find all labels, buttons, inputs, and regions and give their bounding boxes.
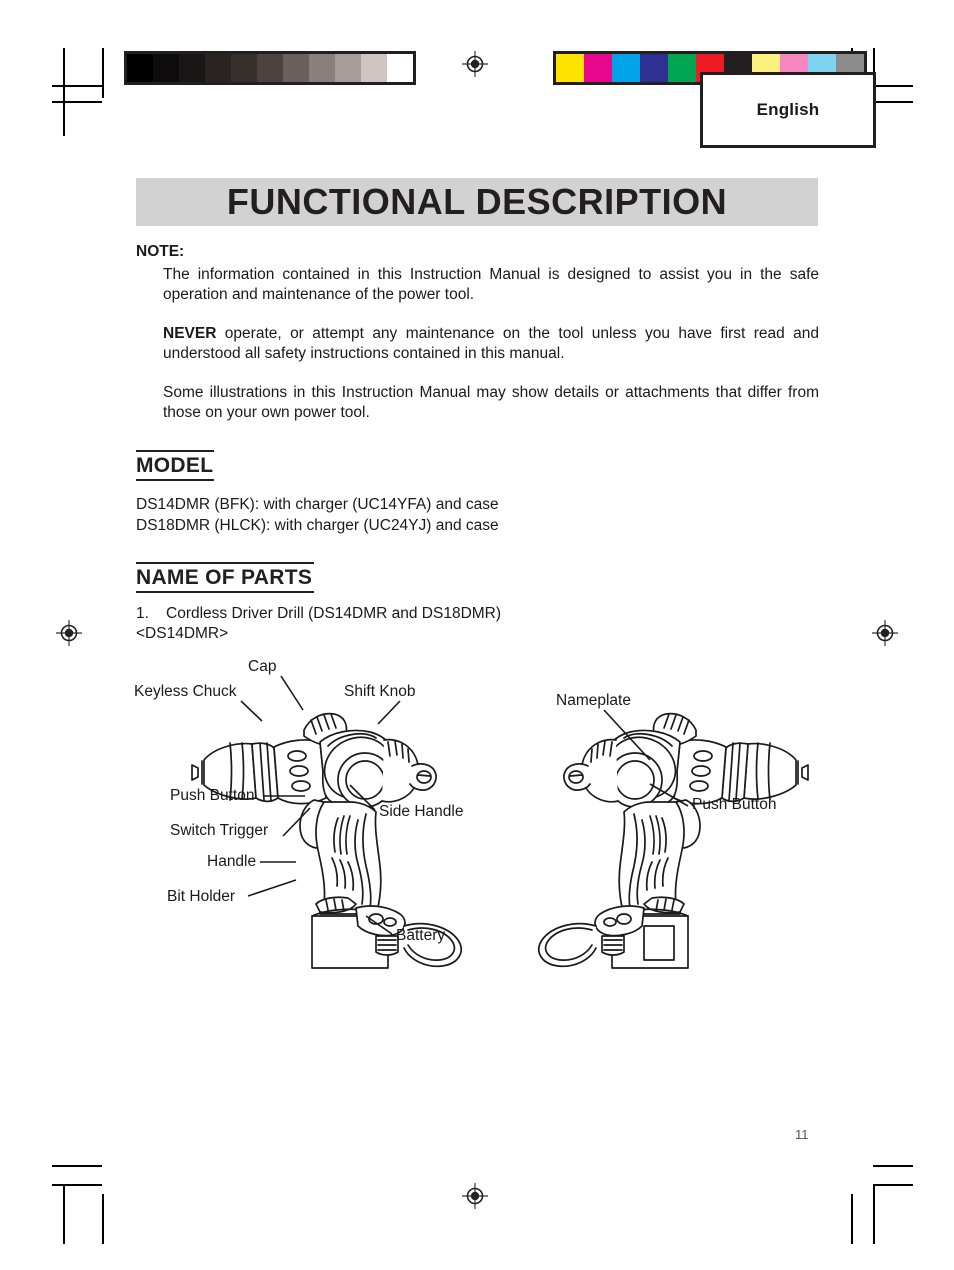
registration-target-top-center: [462, 51, 488, 77]
note-paragraph-2: NEVER operate, or attempt any maintenanc…: [163, 324, 819, 364]
parts-item-title: Cordless Driver Drill (DS14DMR and DS18D…: [166, 605, 502, 622]
crop-mark-bottom-right-vertical-inner: [851, 1194, 853, 1244]
grayscale-swatch-1: [153, 54, 179, 82]
note-label: NOTE:: [136, 243, 185, 260]
grayscale-swatch-2: [179, 54, 205, 82]
crop-mark-bottom-left-vertical-outer: [63, 1184, 65, 1244]
grayscale-swatch-10: [387, 54, 413, 82]
parts-list-item: 1. Cordless Driver Drill (DS14DMR and DS1…: [136, 603, 501, 625]
parts-rule-bottom: [136, 591, 314, 593]
crop-mark-bottom-right-horizontal-outer: [873, 1165, 913, 1167]
color-swatch-4: [668, 54, 696, 82]
registration-target-left-middle: [56, 620, 82, 646]
note-paragraph-3: Some illustrations in this Instruction M…: [163, 384, 819, 421]
crop-mark-top-left-vertical-outer: [63, 48, 65, 136]
language-box: English: [700, 72, 876, 148]
model-heading-text: MODEL: [136, 454, 214, 477]
figure-right-leader-lines: [603, 709, 689, 807]
figure-area: Cap Keyless Chuck Shift Knob Push Button…: [0, 648, 954, 969]
note-paragraph-2-rest: operate, or attempt any maintenance on t…: [163, 325, 819, 362]
grayscale-swatch-7: [309, 54, 335, 82]
crop-mark-top-left-horizontal-outer: [52, 85, 102, 87]
crop-mark-bottom-right-horizontal-inner: [873, 1184, 913, 1186]
color-swatch-1: [584, 54, 612, 82]
color-swatch-0: [556, 54, 584, 82]
model-rule-bottom: [136, 479, 214, 481]
page-number: 11: [795, 1127, 809, 1142]
crop-mark-top-right-horizontal-outer: [873, 85, 913, 87]
grayscale-swatch-6: [283, 54, 309, 82]
registration-target-bottom-center: [462, 1183, 488, 1209]
note-paragraph-1: The information contained in this Instru…: [163, 266, 819, 303]
crop-mark-bottom-left-horizontal-inner: [52, 1184, 102, 1186]
grayscale-swatch-5: [257, 54, 283, 82]
parts-heading-text: NAME OF PARTS: [136, 566, 313, 589]
color-swatch-3: [640, 54, 668, 82]
model-list: DS14DMR (BFK): with charger (UC14YFA) an…: [136, 494, 499, 536]
grayscale-swatch-4: [231, 54, 257, 82]
crop-mark-top-left-horizontal-inner: [52, 101, 102, 103]
never-keyword: NEVER: [163, 325, 217, 342]
grayscale-swatch-3: [205, 54, 231, 82]
model-line-1: DS14DMR (BFK): with charger (UC14YFA) an…: [136, 496, 499, 513]
crop-mark-bottom-left-horizontal-outer: [52, 1165, 102, 1167]
parts-item-number: 1.: [136, 605, 149, 622]
grayscale-swatch-9: [361, 54, 387, 82]
color-swatch-2: [612, 54, 640, 82]
name-of-parts-section-heading: NAME OF PARTS: [136, 562, 314, 593]
model-section-heading: MODEL: [136, 450, 214, 481]
grayscale-swatch-0: [127, 54, 153, 82]
crop-mark-bottom-left-vertical-inner: [102, 1194, 104, 1244]
crop-mark-top-left-vertical-inner: [102, 48, 104, 98]
parts-variant-label: <DS14DMR>: [136, 625, 229, 642]
figure-left-leader-lines: [240, 675, 401, 935]
model-line-2: DS18DMR (HLCK): with charger (UC24YJ) an…: [136, 517, 499, 534]
page-title-banner: FUNCTIONAL DESCRIPTION: [136, 178, 818, 226]
registration-target-right-middle: [872, 620, 898, 646]
crop-mark-top-right-horizontal-inner: [873, 101, 913, 103]
grayscale-swatch-8: [335, 54, 361, 82]
page-title: FUNCTIONAL DESCRIPTION: [226, 181, 728, 222]
language-label: English: [756, 100, 820, 119]
crop-mark-bottom-right-vertical-outer: [873, 1184, 875, 1244]
grayscale-calibration-bar: [124, 51, 416, 85]
